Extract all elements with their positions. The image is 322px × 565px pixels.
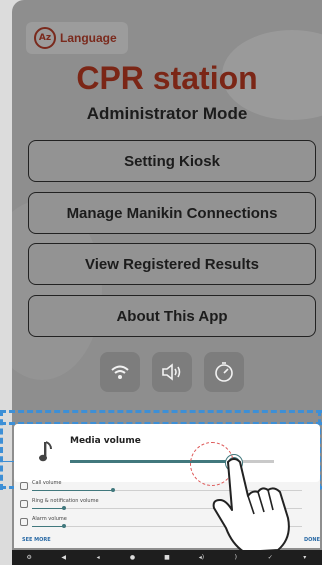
ring-volume-label: Ring & notification volume [32, 498, 99, 504]
ring-volume-thumb[interactable] [62, 506, 67, 510]
alarm-icon [20, 518, 28, 526]
manage-manikin-connections-button[interactable]: Manage Manikin Connections [28, 192, 316, 234]
selection-guide-top [0, 410, 322, 413]
menu-nav-icon[interactable]: ▾ [300, 554, 310, 561]
media-volume-label: Media volume [70, 436, 141, 446]
view-registered-results-button[interactable]: View Registered Results [28, 243, 316, 285]
check-nav-icon[interactable]: ✓ [265, 554, 275, 561]
volume-button[interactable] [152, 352, 192, 392]
page-subtitle: Administrator Mode [86, 104, 248, 123]
home-nav-icon[interactable]: ● [128, 554, 138, 561]
call-volume-thumb[interactable] [111, 488, 115, 492]
settings-nav-icon[interactable]: ⚙ [24, 554, 34, 561]
volume-up-nav-icon[interactable]: ) [231, 554, 241, 561]
music-note-icon [39, 441, 52, 462]
timer-icon [215, 362, 233, 382]
language-label: Language [60, 31, 117, 45]
call-volume-fill [32, 490, 113, 491]
back-nav-icon[interactable]: ◀ [59, 554, 69, 561]
volume-down-nav-icon[interactable]: ◂ [93, 554, 103, 561]
wifi-button[interactable] [100, 352, 140, 392]
system-nav-bar: ⚙ ◀ ◂ ● ■ ◂) ) ✓ ▾ [12, 550, 322, 565]
pointing-hand-icon [212, 458, 290, 553]
setting-kiosk-button[interactable]: Setting Kiosk [28, 140, 316, 182]
wifi-icon [111, 365, 129, 379]
alarm-volume-label: Alarm volume [32, 516, 67, 522]
selection-guide-left [0, 410, 3, 490]
about-this-app-button[interactable]: About This App [28, 295, 316, 337]
timer-button[interactable] [204, 352, 244, 392]
see-more-link[interactable]: SEE MORE [22, 537, 51, 543]
ring-icon [20, 500, 28, 508]
callout-line [0, 461, 14, 462]
call-volume-label: Call volume [32, 480, 62, 486]
alarm-volume-thumb[interactable] [62, 524, 67, 528]
language-icon: Az [34, 27, 56, 49]
language-button[interactable]: Az Language [26, 22, 128, 54]
page-title: CPR station [76, 60, 258, 96]
volume-nav-icon[interactable]: ◂) [196, 554, 206, 561]
call-icon [20, 482, 28, 490]
done-button[interactable]: DONE [304, 537, 320, 543]
ring-volume-fill [32, 508, 65, 509]
volume-icon [162, 363, 181, 381]
recent-nav-icon[interactable]: ■ [162, 554, 172, 561]
alarm-volume-fill [32, 526, 65, 527]
